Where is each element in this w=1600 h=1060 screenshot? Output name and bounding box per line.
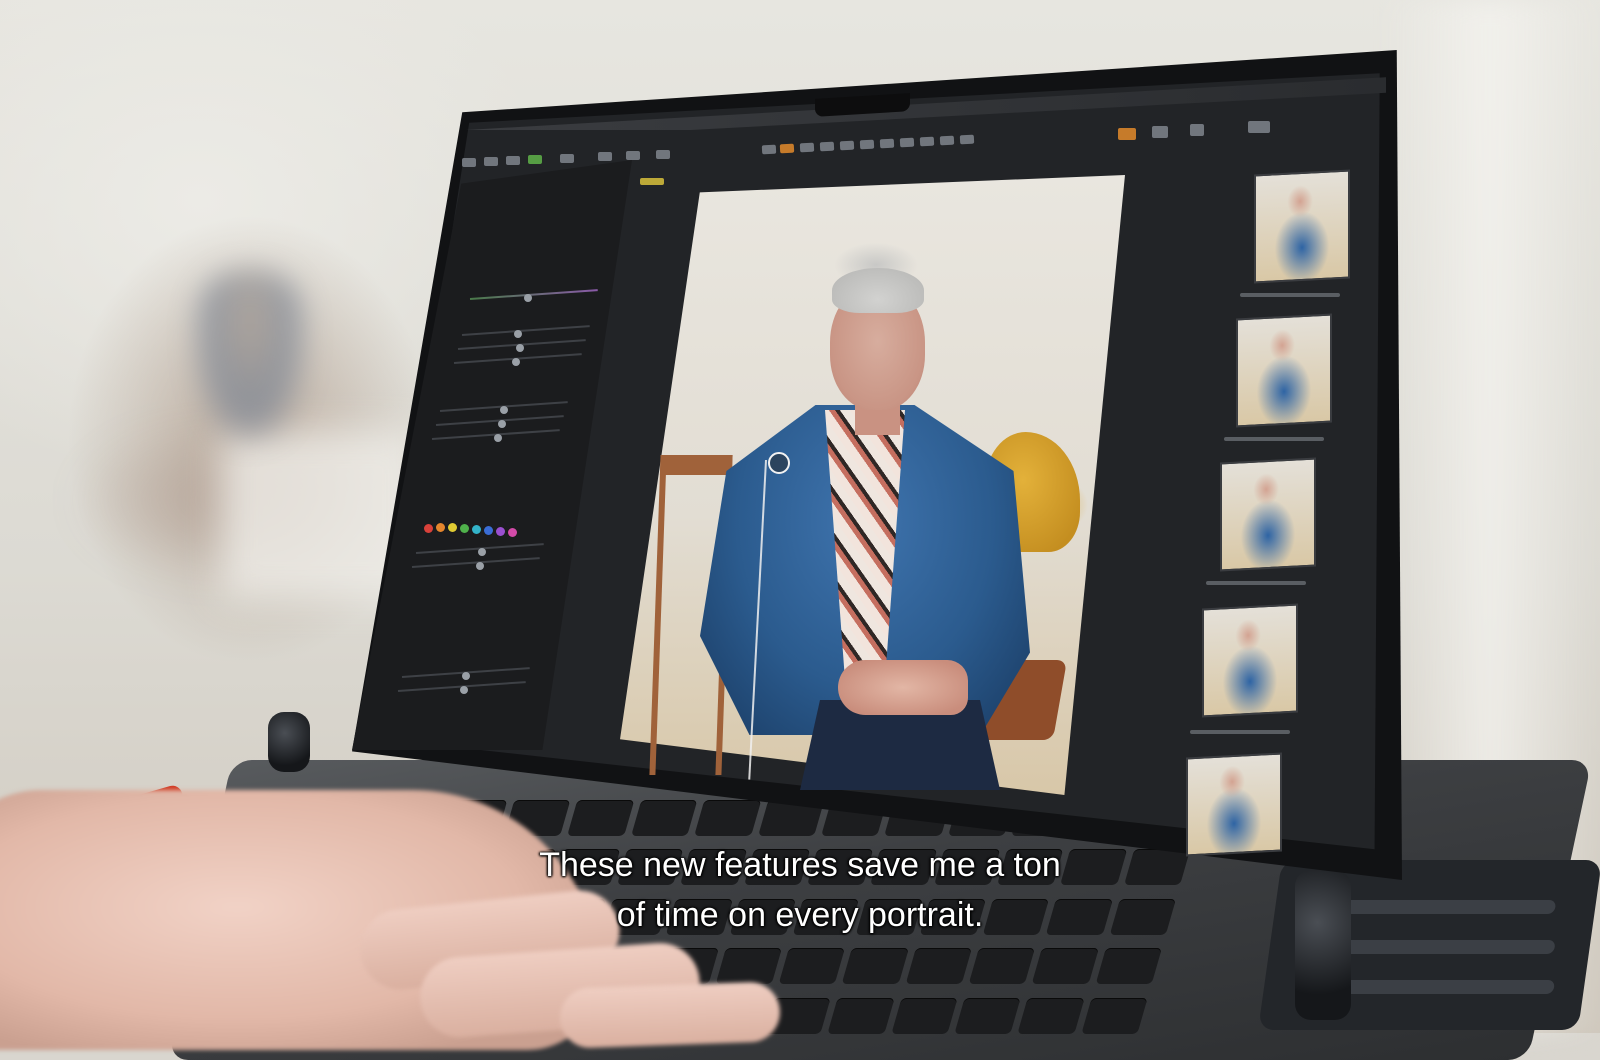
- grid-icon[interactable]: [1152, 126, 1168, 138]
- folded-hands: [838, 660, 968, 715]
- mask-tool-icon[interactable]: [919, 136, 935, 147]
- annotate-tool-icon[interactable]: [959, 134, 975, 145]
- thumbnail-caption: [1240, 293, 1340, 297]
- slider-handle[interactable]: [524, 294, 532, 302]
- left-toolbar-icon-1[interactable]: [462, 158, 476, 167]
- heal-tool-icon[interactable]: [879, 138, 895, 149]
- blurred-person: [195, 270, 305, 440]
- color-swatch-red[interactable]: [424, 524, 433, 533]
- gradient-tool-icon[interactable]: [839, 140, 855, 151]
- filmstrip-thumbnail[interactable]: [1254, 169, 1350, 284]
- exposure-warning-icon[interactable]: [1190, 124, 1204, 136]
- grey-hair: [832, 268, 924, 313]
- filmstrip-thumbnail[interactable]: [1236, 313, 1332, 428]
- before-after-handle-icon[interactable]: [768, 452, 790, 474]
- slider-handle[interactable]: [478, 548, 486, 556]
- crop-tool-icon[interactable]: [779, 143, 795, 154]
- color-swatch-cyan[interactable]: [472, 525, 481, 534]
- left-toolbar-icon-3[interactable]: [506, 156, 520, 165]
- color-swatch-green[interactable]: [460, 524, 469, 533]
- subtitle-line-1: These new features save me a ton: [539, 846, 1061, 884]
- color-swatch-yellow[interactable]: [448, 523, 457, 532]
- filmstrip-thumbnail[interactable]: [1220, 457, 1316, 572]
- left-toolbar-icon-6[interactable]: [598, 152, 612, 161]
- slider-handle[interactable]: [516, 344, 524, 352]
- subtitle-line-2: of time on every portrait.: [616, 896, 984, 934]
- thumbnail-caption: [1206, 581, 1306, 585]
- eraser-tool-icon[interactable]: [819, 141, 835, 152]
- picker-tool-icon[interactable]: [859, 139, 875, 150]
- color-swatch-blue[interactable]: [484, 526, 493, 535]
- thumbnail-caption: [1190, 730, 1290, 734]
- left-toolbar-icon-8[interactable]: [656, 150, 670, 159]
- before-after-icon[interactable]: [1118, 128, 1136, 140]
- color-swatch-purple[interactable]: [496, 527, 505, 536]
- slider-handle[interactable]: [462, 672, 470, 680]
- finger: [559, 981, 781, 1049]
- cursor-tool-icon[interactable]: [761, 144, 777, 155]
- stand-knob-left: [268, 712, 310, 772]
- clone-tool-icon[interactable]: [899, 137, 915, 148]
- color-swatch-orange[interactable]: [436, 523, 445, 532]
- filmstrip-thumbnail[interactable]: [1202, 603, 1298, 718]
- slider-handle[interactable]: [500, 406, 508, 414]
- slider-handle[interactable]: [494, 434, 502, 442]
- left-toolbar-icon-2[interactable]: [484, 157, 498, 166]
- pen-tool-icon[interactable]: [939, 135, 955, 146]
- thumbnail-caption: [1224, 437, 1324, 441]
- rating-indicator-icon: [640, 178, 664, 185]
- slider-handle[interactable]: [512, 358, 520, 366]
- copy-adjustments-icon[interactable]: [1248, 121, 1270, 133]
- left-toolbar-icon-5[interactable]: [560, 154, 574, 163]
- slider-handle[interactable]: [476, 562, 484, 570]
- color-swatch-magenta[interactable]: [508, 528, 517, 537]
- slider-handle[interactable]: [498, 420, 506, 428]
- left-toolbar-icon-7[interactable]: [626, 151, 640, 160]
- slider-handle[interactable]: [514, 330, 522, 338]
- left-toolbar-icon-4[interactable]: [528, 155, 542, 164]
- slider-handle[interactable]: [460, 686, 468, 694]
- brush-tool-icon[interactable]: [799, 142, 815, 153]
